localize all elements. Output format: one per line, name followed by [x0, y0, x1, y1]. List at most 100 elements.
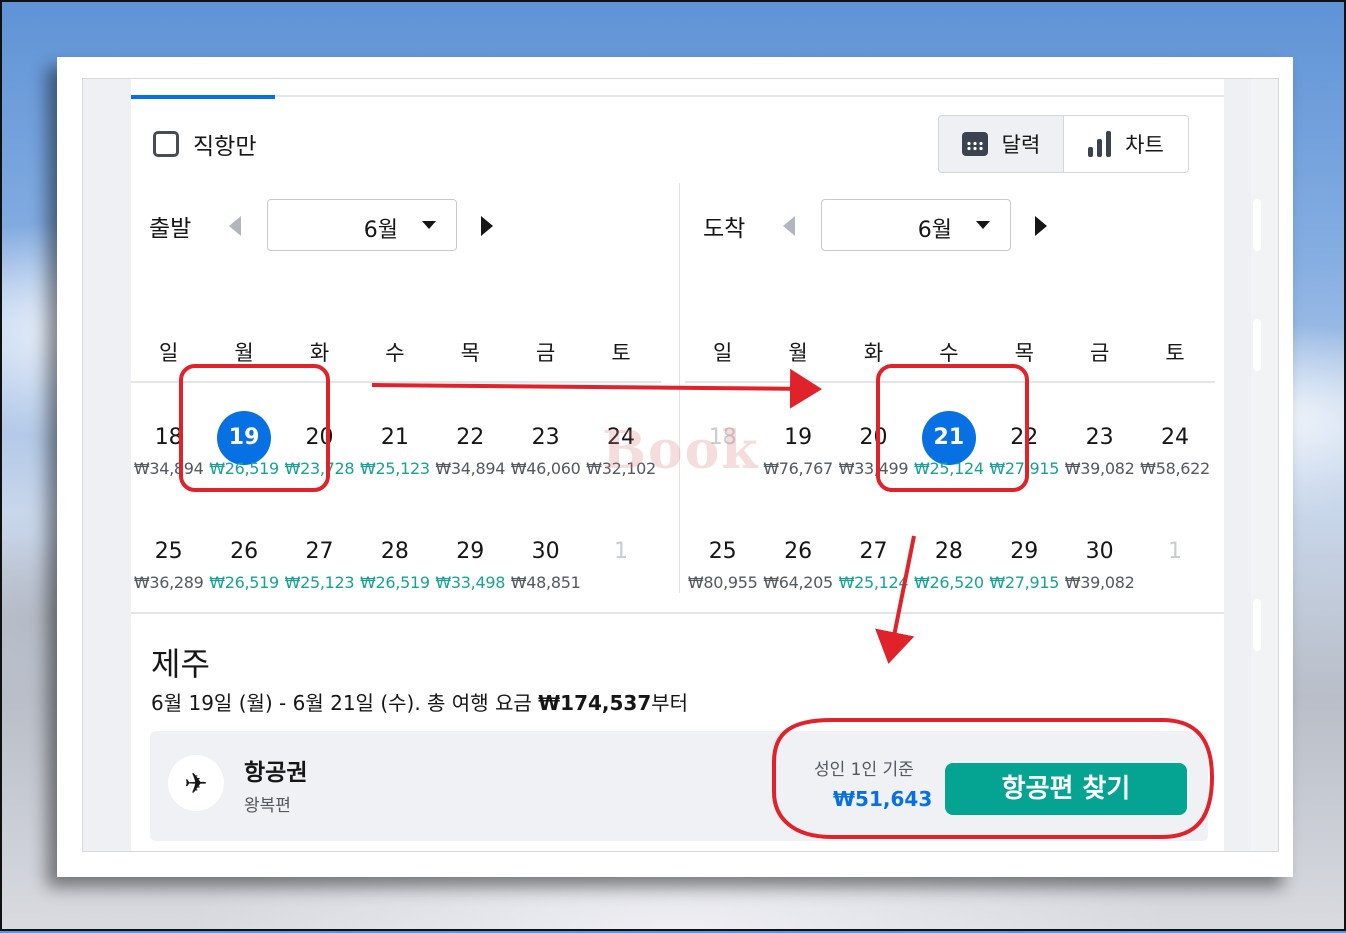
calendar-day[interactable]: 26 ₩64,205	[760, 525, 835, 592]
day-price: ₩26,519	[360, 573, 430, 592]
flight-subtitle: 왕복편	[244, 796, 291, 816]
calendar-day[interactable]: 22 ₩34,894	[433, 411, 508, 478]
day-number: 27	[859, 539, 888, 564]
section-divider	[131, 612, 1224, 614]
selected-day-number: 19	[217, 411, 272, 465]
calendar-week: 25 ₩80,955 26 ₩64,205 27 ₩25,124 28 ₩26,520 29 ₩2…	[685, 525, 1215, 592]
flight-option: ✈ 항공권 왕복편 성인 1인 기준 ₩51,643 항공편 찾기	[150, 731, 1208, 841]
tab-underline	[131, 95, 1224, 97]
calendar-day[interactable]: 23 ₩46,060	[508, 411, 583, 478]
calendar-day[interactable]: 25 ₩80,955	[685, 525, 760, 592]
calendar-day[interactable]: 29 ₩33,498	[433, 525, 508, 592]
view-toggle: 달력 차트	[938, 115, 1189, 173]
calendar-day[interactable]: 25 ₩36,289	[131, 525, 206, 592]
selected-day-number: 21	[921, 411, 976, 465]
watermark-text: Book	[602, 420, 760, 481]
calendar-day[interactable]: 20 ₩23,728	[282, 411, 357, 478]
weekday-label: 일	[159, 341, 179, 365]
direct-only-filter[interactable]: 직항만	[153, 127, 256, 161]
weekday-header: 일 월 화 수 목 금 토	[131, 337, 661, 383]
tab-active-indicator[interactable]	[131, 95, 275, 99]
day-price: ₩25,124	[914, 459, 984, 478]
calendar-day[interactable]: 23 ₩39,082	[1062, 411, 1137, 478]
day-number: 28	[380, 539, 409, 564]
day-number: 25	[154, 539, 183, 564]
calendar-view-button[interactable]: 달력	[939, 116, 1064, 172]
calendar-day[interactable]: 22 ₩27,915	[987, 411, 1062, 478]
day-price: ₩26,519	[209, 459, 279, 478]
trip-summary: 6월 19일 (월) - 6월 21일 (수). 총 여행 요금 ₩174,53…	[151, 687, 688, 716]
calendar-day[interactable]: 21 ₩25,123	[357, 411, 432, 478]
day-number: 23	[1085, 425, 1114, 450]
day-number: 29	[456, 539, 485, 564]
day-price: ₩76,767	[763, 459, 833, 478]
day-price: ₩39,082	[1064, 459, 1135, 478]
strip-notch	[1253, 319, 1261, 371]
day-price: ₩39,082	[1064, 573, 1135, 592]
calendar-day: 1	[1137, 525, 1212, 592]
calendar-day[interactable]: 24 ₩58,622	[1137, 411, 1212, 478]
weekday-label: 일	[713, 341, 733, 365]
day-price	[583, 573, 658, 592]
calendar-day[interactable]: 30 ₩39,082	[1062, 525, 1137, 592]
day-number: 1	[614, 539, 629, 564]
weekday-label: 금	[1089, 341, 1110, 365]
day-price: ₩26,519	[209, 573, 279, 592]
calendar-day[interactable]: 28 ₩26,520	[911, 525, 986, 592]
arrival-month-select[interactable]: 6월	[821, 199, 1011, 251]
calendar-week: 18 ₩34,894 19 ₩26,519 20 ₩23,728 21 ₩25,123 22 ₩3…	[131, 411, 661, 478]
next-month-icon[interactable]	[481, 216, 493, 236]
day-price: ₩34,894	[435, 459, 506, 478]
side-scroll-strip	[1251, 79, 1278, 851]
departure-month-value: 6월	[363, 218, 398, 243]
prev-month-icon[interactable]	[229, 216, 241, 236]
day-price: ₩26,520	[914, 573, 984, 592]
chevron-down-icon	[976, 221, 990, 229]
calendar-day[interactable]: 19 ₩26,519	[206, 411, 281, 478]
calendar-day[interactable]: 18 ₩34,894	[131, 411, 206, 478]
day-number: 24	[1161, 425, 1190, 450]
day-number: 30	[531, 539, 560, 564]
trip-dates: 6월 19일 (월) - 6월 21일 (수). 총 여행 요금	[151, 691, 539, 715]
weekday-label: 목	[460, 341, 480, 365]
calendar-day[interactable]: 29 ₩27,915	[987, 525, 1062, 592]
next-month-icon[interactable]	[1035, 216, 1047, 236]
flight-price: ₩51,643	[833, 787, 933, 811]
weekday-label: 토	[1165, 341, 1185, 365]
day-number: 28	[934, 539, 963, 564]
weekday-label: 월	[234, 341, 254, 365]
calendar-view-label: 달력	[1001, 133, 1041, 157]
calendar-day[interactable]: 19 ₩76,767	[760, 411, 835, 478]
calendar-day[interactable]: 28 ₩26,519	[357, 525, 432, 592]
calendar-day[interactable]: 30 ₩48,851	[508, 525, 583, 592]
departure-month-select[interactable]: 6월	[267, 199, 457, 251]
weekday-label: 금	[535, 341, 556, 365]
calendar-day[interactable]: 26 ₩26,519	[206, 525, 281, 592]
weekday-label: 화	[309, 341, 330, 365]
calendar-day: 1	[583, 525, 658, 592]
day-price: ₩34,894	[133, 459, 204, 478]
direct-only-checkbox[interactable]	[153, 131, 179, 157]
prev-month-icon[interactable]	[783, 216, 795, 236]
weekday-label: 목	[1014, 341, 1034, 365]
calendar-day[interactable]: 20 ₩33,499	[836, 411, 911, 478]
day-price: ₩80,955	[687, 573, 758, 592]
find-flights-button[interactable]: 항공편 찾기	[945, 763, 1187, 815]
chart-view-button[interactable]: 차트	[1064, 116, 1188, 172]
departure-calendar: 출발 6월 일 월 화 수 목 금 토 18 ₩34,894 19 ₩26,51…	[131, 199, 661, 592]
departure-header: 출발 6월	[131, 199, 661, 255]
strip-notch	[1253, 199, 1261, 251]
calendar-day[interactable]: 27 ₩25,123	[282, 525, 357, 592]
day-price: ₩64,205	[763, 573, 833, 592]
calendar-day[interactable]: 27 ₩25,124	[836, 525, 911, 592]
calendar-icon	[961, 132, 988, 156]
calendar-day[interactable]: 21 ₩25,124	[911, 411, 986, 478]
weekday-label: 수	[939, 341, 959, 365]
departure-title: 출발	[149, 216, 192, 242]
destination-title: 제주	[151, 645, 210, 683]
chart-view-label: 차트	[1125, 133, 1164, 157]
day-number: 29	[1010, 539, 1039, 564]
day-number: 30	[1085, 539, 1114, 564]
day-price: ₩25,123	[360, 459, 430, 478]
day-number: 19	[784, 425, 813, 450]
